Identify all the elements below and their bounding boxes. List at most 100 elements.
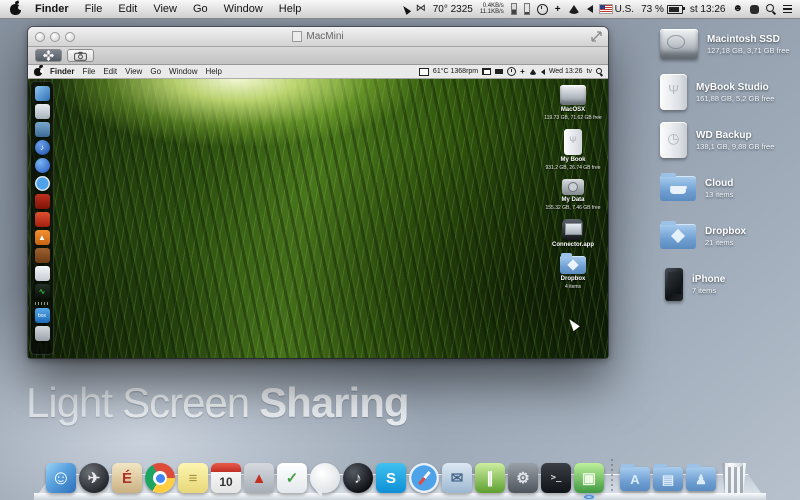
- ipod-dock-icon[interactable]: [35, 266, 50, 281]
- remote-display-icon[interactable]: [482, 68, 491, 75]
- notes-dock-icon[interactable]: ≡: [178, 463, 208, 493]
- itunes-dock-icon[interactable]: ♪: [35, 140, 50, 155]
- host-menu-go[interactable]: Go: [193, 3, 208, 15]
- trash-dock-icon[interactable]: [35, 326, 50, 341]
- mug-dock-icon[interactable]: [35, 248, 50, 263]
- remote-menubar-clock[interactable]: Wed 13:26: [549, 68, 583, 75]
- remote-location-icon[interactable]: +: [520, 68, 525, 76]
- desktop-icon-iphone[interactable]: iPhone7 items: [660, 266, 798, 302]
- network-speed-readout[interactable]: 0.4KB/s 11.1KB/s: [480, 3, 504, 15]
- finder-dock-icon[interactable]: [35, 86, 50, 101]
- remote-icon-connector-app[interactable]: Connector.app: [552, 219, 594, 248]
- finder-dock-icon[interactable]: ☺: [46, 463, 76, 493]
- disk-gauge-icon[interactable]: [524, 3, 530, 15]
- mail-dock-icon[interactable]: ✉: [442, 463, 472, 493]
- notification-center-icon[interactable]: [783, 5, 792, 14]
- remote-time-machine-icon[interactable]: [507, 67, 516, 76]
- screenshot-button[interactable]: [67, 49, 94, 62]
- messages-dock-icon[interactable]: [310, 463, 340, 493]
- parallels-dock-icon[interactable]: ∥: [475, 463, 505, 493]
- chrome-dock-icon[interactable]: [145, 463, 175, 493]
- apple-menu-icon[interactable]: [10, 4, 21, 15]
- desktop-icon-text: Dropbox21 items: [705, 226, 746, 247]
- calendar-dock-icon[interactable]: 10: [211, 463, 241, 493]
- remote-menu-window[interactable]: Window: [169, 67, 197, 76]
- remote-icon-my-data[interactable]: My Data155.32 GB, 7.46 GB free: [545, 179, 600, 211]
- screen-sharing-menu-icon[interactable]: [401, 4, 411, 15]
- remote-sensor-readout[interactable]: 61°C 1368rpm: [433, 68, 478, 75]
- remote-wifi-icon[interactable]: [529, 69, 537, 75]
- terminal-dock-icon[interactable]: >_: [541, 463, 571, 493]
- desktop-icon-cloud[interactable]: Cloud13 items: [660, 170, 798, 206]
- host-menu-window[interactable]: Window: [224, 3, 263, 15]
- remote-icon-my-book[interactable]: My Book931.2 GB, 26.74 GB free: [545, 129, 600, 171]
- screen-sharing-dock-icon[interactable]: [35, 122, 50, 137]
- desktop-icon-mybook-studio[interactable]: MyBook Studio161,88 GB, 5,2 GB free: [660, 74, 798, 110]
- sysprefs-dock-icon[interactable]: ⚙: [508, 463, 538, 493]
- remote-menu-go[interactable]: Go: [150, 67, 161, 76]
- pump-dock-icon[interactable]: ▲: [244, 463, 274, 493]
- zoom-button[interactable]: [65, 32, 75, 42]
- remote-menu-view[interactable]: View: [125, 67, 142, 76]
- window-titlebar[interactable]: MacMini: [28, 27, 608, 47]
- remote-menu-file[interactable]: File: [82, 67, 95, 76]
- remote-user-label[interactable]: tv: [587, 68, 592, 75]
- app-menu-extra-icon[interactable]: [750, 5, 759, 14]
- host-menu-edit[interactable]: Edit: [118, 3, 137, 15]
- phone-dock-icon[interactable]: [35, 212, 50, 227]
- safari-dock-icon[interactable]: [409, 463, 439, 493]
- remote-spotlight-icon[interactable]: [596, 68, 603, 75]
- desktop-icon-dropbox[interactable]: Dropbox21 items: [660, 218, 798, 254]
- coffee-dock-icon[interactable]: É: [112, 463, 142, 493]
- activity-monitor-dock-icon[interactable]: ∿: [35, 284, 50, 299]
- minimize-button[interactable]: [50, 32, 60, 42]
- tasks-dock-icon[interactable]: ✓: [277, 463, 307, 493]
- scale-mode-button[interactable]: [35, 49, 62, 62]
- remote-dock-divider: [35, 302, 50, 305]
- spotlight-icon[interactable]: [766, 4, 776, 14]
- remote-apple-menu-icon[interactable]: [34, 68, 42, 76]
- remote-volume-icon[interactable]: [541, 69, 545, 75]
- menubar-clock[interactable]: st 13:26: [690, 4, 726, 15]
- earth-browser-dock-icon[interactable]: [35, 158, 50, 173]
- remote-menu-finder[interactable]: Finder: [50, 67, 74, 76]
- close-button[interactable]: [35, 32, 45, 42]
- host-menu-view[interactable]: View: [153, 3, 177, 15]
- fullscreen-icon[interactable]: [591, 31, 602, 42]
- folder-docs-dock-icon[interactable]: ▤: [653, 467, 683, 491]
- displays-dock-icon[interactable]: ▣: [574, 463, 604, 493]
- remote-window-menu-icon[interactable]: [419, 68, 429, 76]
- memory-gauge-icon[interactable]: [511, 3, 517, 15]
- vlc-dock-icon[interactable]: ▲: [35, 230, 50, 245]
- remote-menu-help[interactable]: Help: [205, 67, 221, 76]
- remote-menu-edit[interactable]: Edit: [103, 67, 117, 76]
- box-dock-icon[interactable]: box: [35, 308, 50, 323]
- istat-menu-icon[interactable]: ⋈: [416, 4, 426, 14]
- battery-menu[interactable]: 73 %: [641, 4, 683, 15]
- preview-dock-icon[interactable]: [35, 104, 50, 119]
- remote-screen-sharing-icon[interactable]: [495, 69, 503, 74]
- time-machine-icon[interactable]: [537, 4, 548, 15]
- desktop-icon-wd-backup[interactable]: WD Backup138,1 GB, 9,88 GB free: [660, 122, 798, 158]
- folder-apps-dock-icon[interactable]: A: [620, 467, 650, 491]
- fast-user-switching-icon[interactable]: ☻: [732, 4, 743, 14]
- trash-dock-icon[interactable]: [719, 463, 749, 493]
- safari-dock-icon[interactable]: [35, 176, 50, 191]
- wifi-icon[interactable]: [568, 5, 580, 14]
- remote-wallpaper[interactable]: ♪ ▲ ∿ box MacOSX119.73 GB, 71.62 GB free My …: [28, 78, 608, 358]
- volume-icon[interactable]: [587, 5, 593, 13]
- front-row-dock-icon[interactable]: [35, 194, 50, 209]
- host-menu-finder[interactable]: Finder: [35, 3, 69, 15]
- skype-dock-icon[interactable]: S: [376, 463, 406, 493]
- remote-icon-dropbox[interactable]: Dropbox4 items: [560, 256, 586, 290]
- desktop-icon-macintosh-ssd[interactable]: Macintosh SSD127,18 GB, 3,71 GB free: [660, 26, 798, 62]
- temperature-fan-readout[interactable]: 70° 2325: [433, 4, 473, 15]
- host-menu-file[interactable]: File: [85, 3, 103, 15]
- folder-user-dock-icon[interactable]: ♟: [686, 467, 716, 491]
- input-source-menu[interactable]: U.S.: [600, 4, 634, 15]
- itunes-dock-icon[interactable]: ♪: [343, 463, 373, 493]
- remote-icon-macosx[interactable]: MacOSX119.73 GB, 71.62 GB free: [544, 85, 601, 121]
- host-menu-help[interactable]: Help: [279, 3, 302, 15]
- launchpad-dock-icon[interactable]: ✈: [79, 463, 109, 493]
- location-icon[interactable]: +: [555, 4, 561, 15]
